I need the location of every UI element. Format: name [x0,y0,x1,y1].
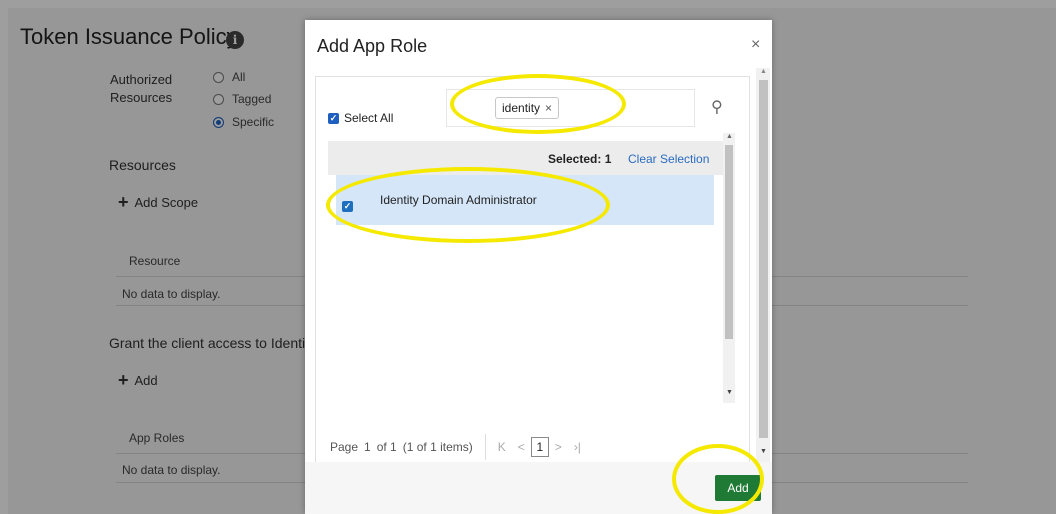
dialog-scrollbar[interactable]: ▲ ▼ [756,68,770,462]
first-page-icon[interactable]: K [498,440,506,454]
last-page-icon[interactable]: ›| [574,440,581,454]
highlight-annotation [326,167,610,243]
checkbox-checked-icon: ✓ [328,112,339,124]
selected-count: Selected: 1 [548,152,612,166]
select-all-checkbox[interactable]: ✓ Select All [328,111,393,125]
dialog-title: Add App Role [317,36,428,56]
clear-selection-link[interactable]: Clear Selection [628,152,709,166]
scrollbar-thumb[interactable] [759,80,768,438]
prev-page-icon[interactable]: < [518,440,525,454]
pagination-page-number: 1 [364,440,371,454]
pagination-page-label: Page [330,440,359,454]
divider [484,434,486,460]
scroll-up-icon[interactable]: ▲ [760,68,767,75]
pagination-of-label: of 1 [376,440,397,454]
list-scrollbar[interactable]: ▲ ▼ [723,133,735,403]
next-page-icon[interactable]: > [555,440,562,454]
select-all-label: Select All [344,111,394,125]
close-icon[interactable]: × [751,36,760,54]
pagination-items-count: (1 of 1 items) [402,440,473,454]
current-page-box[interactable]: 1 [530,437,549,457]
highlight-annotation [450,74,626,134]
scroll-down-icon[interactable]: ▼ [726,389,733,396]
scroll-up-icon[interactable]: ▲ [726,133,733,140]
dialog-content-panel: ✓ Select All identity × ⚲ Selected: 1 Cl… [315,76,750,484]
scrollbar-thumb[interactable] [725,145,733,339]
pagination: Page 1 of 1 (1 of 1 items) K < 1 > ›| [330,434,581,460]
search-icon[interactable]: ⚲ [711,97,723,117]
scroll-down-icon[interactable]: ▼ [760,448,767,455]
highlight-annotation [672,444,764,514]
